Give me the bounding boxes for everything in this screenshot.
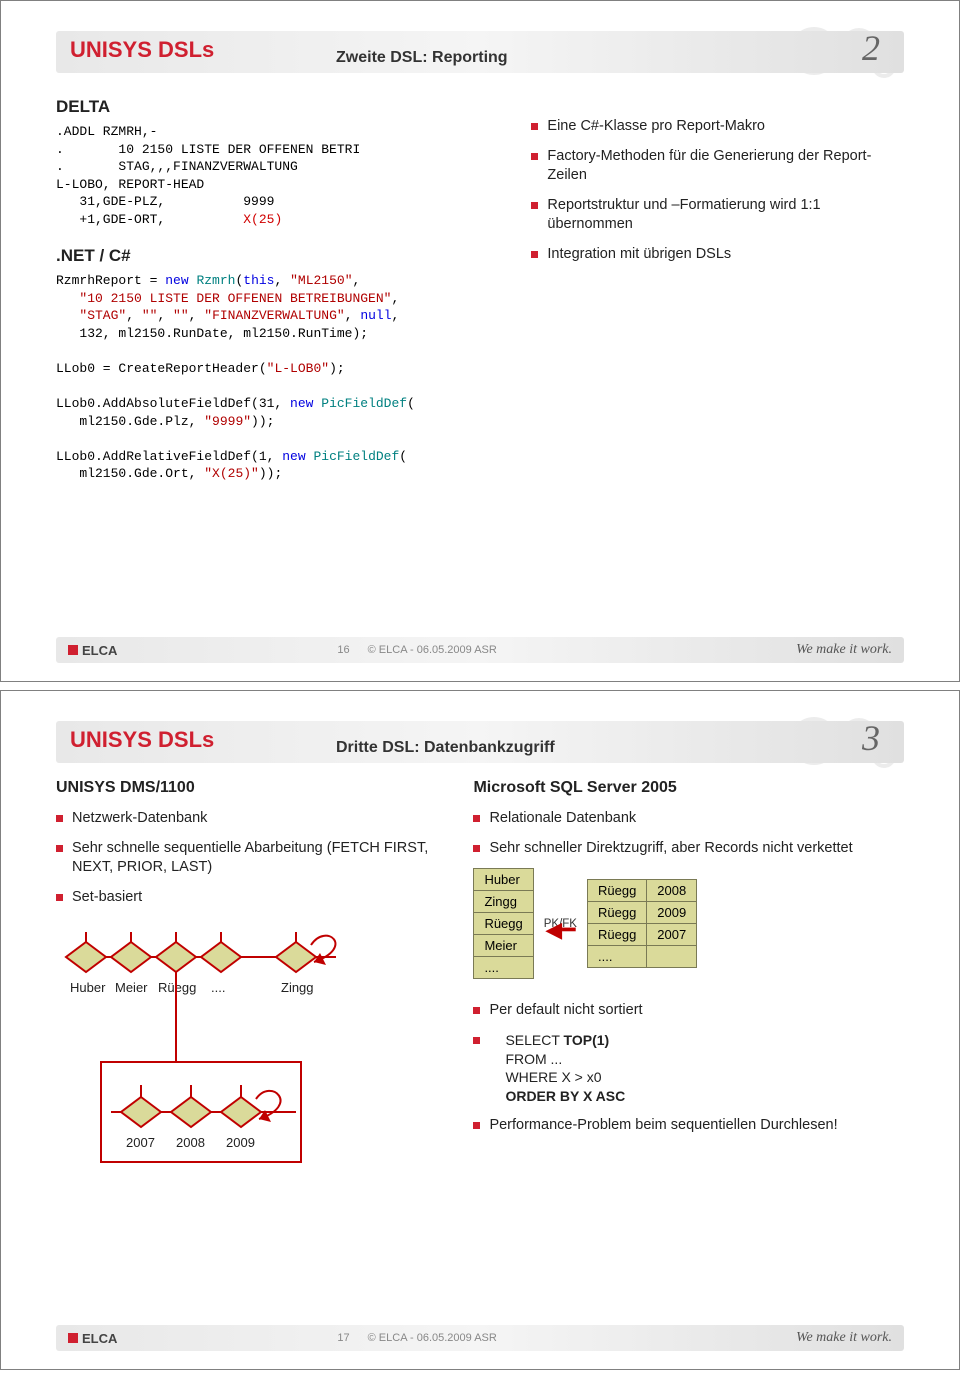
content-columns: DELTA .ADDL RZMRH,- . 10 2150 LISTE DER …	[56, 89, 904, 483]
slide-number-glyph: 3	[862, 717, 880, 759]
slide-2: UNISYS DSLs Dritte DSL: Datenbankzugriff…	[0, 690, 960, 1370]
right-lower-bullets: Per default nicht sortiert SELECT TOP(1)…	[473, 1001, 904, 1136]
table-row: Rüegg2009	[587, 902, 696, 924]
right-header: Microsoft SQL Server 2005	[473, 779, 904, 797]
set-label: Huber	[70, 980, 106, 995]
bullet-item: SELECT TOP(1) FROM ... WHERE X > x0 ORDE…	[473, 1031, 904, 1107]
bullet-item: Factory-Methoden für die Generierung der…	[531, 147, 904, 186]
footer-page: 17	[337, 1332, 349, 1344]
set-label: Meier	[115, 980, 148, 995]
bullet-item: Eine C#-Klasse pro Report-Makro	[531, 117, 904, 137]
table-row: Meier	[474, 935, 533, 957]
set-label: Zingg	[281, 980, 314, 995]
slide-subtitle: Dritte DSL: Datenbankzugriff	[336, 739, 555, 757]
title-bar: UNISYS DSLs Dritte DSL: Datenbankzugriff…	[56, 721, 904, 763]
footer-copy: © ELCA - 06.05.2009 ASR	[368, 1332, 497, 1344]
content-columns: UNISYS DMS/1100 Netzwerk-Datenbank Sehr …	[56, 779, 904, 1146]
set-year: 2009	[226, 1135, 255, 1150]
elca-text: ELCA	[82, 643, 117, 658]
footer-tagline: We make it work.	[796, 1330, 892, 1346]
slide-number-glyph: 2	[862, 27, 880, 69]
slide-title: UNISYS DSLs	[70, 37, 214, 62]
footer-bar: ELCA 16 © ELCA - 06.05.2009 ASR We make …	[56, 637, 904, 663]
slide-subtitle: Zweite DSL: Reporting	[336, 49, 508, 67]
table-row: ....	[587, 946, 696, 968]
elca-logo-icon	[68, 1333, 78, 1343]
network-db-diagram: Huber Meier Rüegg .... Zingg	[56, 917, 356, 1117]
table-right: Rüegg2008 Rüegg2009 Rüegg2007 ....	[587, 879, 697, 968]
slide-title: UNISYS DSLs	[70, 727, 214, 752]
set-label: Rüegg	[158, 980, 196, 995]
right-bullet-list: Relationale Datenbank Sehr schneller Dir…	[473, 809, 904, 858]
sql-snippet: SELECT TOP(1) FROM ... WHERE X > x0 ORDE…	[505, 1031, 904, 1107]
left-column: DELTA .ADDL RZMRH,- . 10 2150 LISTE DER …	[56, 89, 511, 483]
footer-copy: © ELCA - 06.05.2009 ASR	[368, 644, 497, 656]
elca-logo-icon	[68, 645, 78, 655]
right-column: Eine C#-Klasse pro Report-Makro Factory-…	[531, 89, 904, 483]
table-row: Rüegg2007	[587, 924, 696, 946]
bullet-item: Performance-Problem beim sequentiellen D…	[473, 1116, 904, 1136]
table-row: Rüegg	[474, 913, 533, 935]
bullet-list: Eine C#-Klasse pro Report-Makro Factory-…	[531, 117, 904, 264]
left-column: UNISYS DMS/1100 Netzwerk-Datenbank Sehr …	[56, 779, 453, 1146]
network-db-svg: Huber Meier Rüegg .... Zingg	[56, 917, 356, 1237]
set-year: 2008	[176, 1135, 205, 1150]
table-row: Rüegg2008	[587, 880, 696, 902]
slide-1: UNISYS DSLs Zweite DSL: Reporting 2 DELT…	[0, 0, 960, 682]
pkfk-link: PK/FK ◀━	[542, 918, 579, 930]
footer-page: 16	[337, 644, 349, 656]
table-row: Zingg	[474, 891, 533, 913]
bullet-item: Sehr schneller Direktzugriff, aber Recor…	[473, 839, 904, 859]
left-header: UNISYS DMS/1100	[56, 779, 453, 797]
net-code: RzmrhReport = new Rzmrh(this, "ML2150", …	[56, 272, 511, 483]
bullet-item: Reportstruktur und –Formatierung wird 1:…	[531, 196, 904, 235]
table-left: Huber Zingg Rüegg Meier ....	[473, 868, 533, 979]
footer-tagline: We make it work.	[796, 642, 892, 658]
bullet-item: Netzwerk-Datenbank	[56, 809, 453, 829]
bullet-item: Integration mit übrigen DSLs	[531, 245, 904, 265]
left-bullet-list: Netzwerk-Datenbank Sehr schnelle sequent…	[56, 809, 453, 907]
relational-tables: Huber Zingg Rüegg Meier .... PK/FK ◀━ Rü…	[473, 868, 904, 979]
title-bar: UNISYS DSLs Zweite DSL: Reporting 2	[56, 31, 904, 73]
bullet-item: Sehr schnelle sequentielle Abarbeitung (…	[56, 839, 453, 878]
bullet-item: Relationale Datenbank	[473, 809, 904, 829]
table-row: ....	[474, 957, 533, 979]
bullet-item: Set-basiert	[56, 888, 453, 908]
set-year: 2007	[126, 1135, 155, 1150]
net-label: .NET / C#	[56, 246, 511, 266]
right-column: Microsoft SQL Server 2005 Relationale Da…	[473, 779, 904, 1146]
table-row: Huber	[474, 869, 533, 891]
footer-bar: ELCA 17 © ELCA - 06.05.2009 ASR We make …	[56, 1325, 904, 1351]
delta-label: DELTA	[56, 97, 511, 117]
elca-text: ELCA	[82, 1331, 117, 1346]
bullet-item: Per default nicht sortiert	[473, 1001, 904, 1021]
delta-code: .ADDL RZMRH,- . 10 2150 LISTE DER OFFENE…	[56, 123, 511, 228]
set-label: ....	[211, 980, 225, 995]
